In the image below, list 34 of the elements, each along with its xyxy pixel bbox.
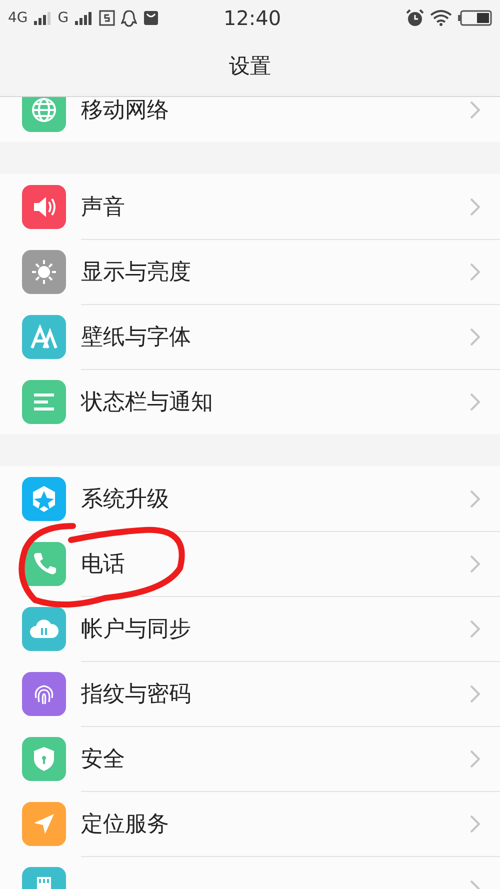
settings-item[interactable]: 电话 <box>81 549 470 579</box>
settings-item[interactable]: 显示与亮度 <box>81 257 470 287</box>
status-time: 12:40 <box>222 6 282 30</box>
settings-item[interactable]: 指纹与密码 <box>81 679 470 709</box>
chevron-icon <box>470 328 480 346</box>
bag-icon <box>142 10 159 26</box>
chevron-icon <box>470 198 480 216</box>
penguin-icon <box>120 10 137 26</box>
chevron-icon <box>470 263 480 281</box>
wifi-icon <box>430 10 452 26</box>
app-icon <box>98 10 115 26</box>
settings-item[interactable]: 定位服务 <box>81 809 470 839</box>
settings-item[interactable]: 安全 <box>81 744 470 774</box>
chevron-icon <box>470 750 480 768</box>
chevron-icon <box>470 100 480 118</box>
chevron-icon <box>470 490 480 508</box>
signal-icon <box>34 11 52 25</box>
settings-item[interactable]: 移动网络 <box>81 97 470 124</box>
settings-item[interactable]: 声音 <box>81 192 470 222</box>
network-label: 4G <box>8 10 28 26</box>
network-label: G <box>58 10 69 26</box>
settings-item[interactable]: 帐户与同步 <box>81 614 470 644</box>
signal-icon <box>74 11 93 25</box>
page-title: 设置 <box>229 53 271 80</box>
alarm-icon <box>406 9 424 27</box>
chevron-icon <box>470 393 480 411</box>
chevron-icon <box>470 815 480 833</box>
settings-item[interactable]: 壁纸与字体 <box>81 322 470 352</box>
settings-item[interactable]: 状态栏与通知 <box>81 387 470 417</box>
chevron-icon <box>470 555 480 573</box>
chevron-icon <box>470 685 480 703</box>
chevron-icon <box>470 620 480 638</box>
settings-item[interactable]: 系统升级 <box>81 484 470 514</box>
battery-icon <box>458 10 492 26</box>
